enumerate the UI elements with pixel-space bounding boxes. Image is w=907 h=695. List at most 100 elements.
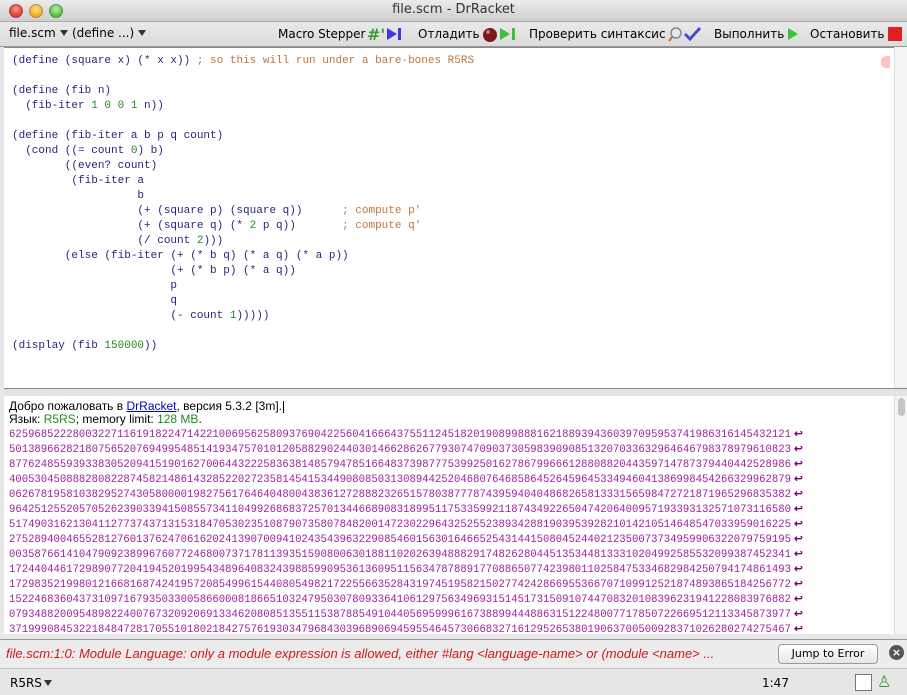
language-menu[interactable]: R5RS [10,676,52,690]
code-line: (fib-iter 1 0 0 1 n)) [12,99,474,114]
code-token: p [12,280,178,292]
define-menu[interactable]: (define ...) [72,26,147,40]
code-token: ))) [203,235,224,247]
code-token: ) b) [137,145,164,157]
output-line: 0035876614104790923899676077246800737178… [9,548,803,563]
output-digits: 5013896628218075652076949954851419347570… [9,444,791,456]
line-wrap-icon: ↩ [793,504,803,516]
output-digits: 5174903162130411277374371315318470530235… [9,519,791,531]
language-label: Язык: [9,412,44,426]
code-token: (cond ((= count [12,145,131,157]
output-line: 3719990845322184847281705510180218427576… [9,623,803,634]
code-token: (define (fib-iter a b p q count) [12,130,224,142]
line-wrap-icon: ↩ [793,474,803,486]
code-line: (/ count 2))) [12,234,474,249]
check-syntax-label: Проверить синтаксис [529,27,666,41]
line-wrap-icon: ↩ [793,519,803,531]
toolbar: file.scm (define ...) Macro Stepper #' О… [0,22,907,47]
error-bar: file.scm:1:0: Module Language: only a mo… [0,639,907,668]
code-comment: ; compute p' [342,205,422,217]
status-checkbox[interactable] [855,674,872,691]
line-wrap-icon: ↩ [793,549,803,561]
code-line: (fib-iter a [12,174,474,189]
code-token: (fib-iter a [12,175,145,187]
welcome-prefix: Добро пожаловать в [9,399,127,413]
code-token: )) [144,340,158,352]
cursor-position: 1:47 [762,676,789,690]
editor-scrollbar[interactable] [894,47,907,387]
interactions-scrollbar[interactable] [894,396,907,634]
window-title: file.scm - DrRacket [392,2,515,17]
welcome-suffix: , версия 5.3.2 [3m]. [176,399,283,413]
code-token: (fib-iter [12,100,92,112]
definitions-editor[interactable]: (define (square x) (* x x)) ; so this wi… [4,47,894,388]
code-line: p [12,279,474,294]
code-comment: ; so this will run under a bare-bones R5… [196,55,475,67]
code-line: (define (fib-iter a b p q count) [12,129,474,144]
line-wrap-icon: ↩ [793,459,803,471]
output-line: 4005304508882808228745821486143285220272… [9,473,803,488]
line-wrap-icon: ↩ [793,534,803,546]
error-marker [881,56,890,68]
code-line: (display (fib 150000)) [12,339,474,354]
error-message: file.scm:1:0: Module Language: only a mo… [6,646,715,661]
code-text: (define (square x) (* x x)) ; so this wi… [12,54,474,354]
output-line: 5174903162130411277374371315318470530235… [9,518,803,533]
code-token: n)) [137,100,164,112]
code-token: (- count [12,310,230,322]
status-bar: R5RS 1:47 ♙ [0,668,907,695]
code-token: (display (fib [12,340,105,352]
memory-value: 128 MB [157,412,199,426]
output-line: 0793488200954898224007673209206913346208… [9,608,803,623]
output-digits: 2752894004655281276013762470616202413907… [9,534,791,546]
code-token: (define (square x) (* x x)) [12,55,197,67]
check-syntax-button[interactable]: Проверить синтаксис [529,26,704,42]
code-number: 1 0 0 1 [91,100,138,112]
code-token: (+ (square p) (square q)) [12,205,343,217]
check-syntax-icon [667,26,701,42]
output-line: 9642512552057052623903394150855734110499… [9,503,803,518]
define-menu-label: (define ...) [72,26,135,40]
code-line: b [12,189,474,204]
language-value: R5RS [43,412,76,426]
macro-stepper-label: Macro Stepper [278,27,366,41]
output-digits: 1522468360437310971679350330058660008186… [9,594,791,606]
code-token: (else (fib-iter (+ (* b q) (* a q) (* a … [12,250,349,262]
interactions-pane[interactable]: Добро пожаловать в DrRacket, версия 5.3.… [4,396,894,634]
macro-stepper-button[interactable]: Macro Stepper #' [278,26,403,42]
memory-end: . [198,412,202,426]
line-wrap-icon: ↩ [793,609,803,621]
output-digits: 4005304508882808228745821486143285220272… [9,474,791,486]
code-token: p q)) [256,220,343,232]
scrollbar-thumb[interactable] [898,398,905,416]
file-menu[interactable]: file.scm [9,26,68,40]
debug-button[interactable]: Отладить [418,26,518,42]
svg-text:#': #' [367,26,385,42]
file-menu-label: file.scm [9,26,56,40]
line-wrap-icon: ↩ [793,444,803,456]
close-error-icon[interactable]: × [889,645,904,660]
code-token: ))))) [236,310,270,322]
macro-stepper-icon: #' [367,26,402,42]
stop-button[interactable]: Остановить [810,26,903,42]
code-number: 150000 [104,340,145,352]
output-line: 1724404461729890772041945201995434896408… [9,563,803,578]
line-wrap-icon: ↩ [793,624,803,634]
stop-label: Остановить [810,27,885,41]
stop-icon [887,27,902,41]
code-token: (/ count [12,235,197,247]
code-token: (+ (* b p) (* a q)) [12,265,296,277]
output-line: 1729835219980121668168742419572085499615… [9,578,803,593]
code-comment: ; compute q' [342,220,422,232]
chevron-down-icon [43,680,52,686]
line-wrap-icon: ↩ [793,579,803,591]
output-line: 6259685222800322711619182247142210069562… [9,428,803,443]
code-token: b [12,190,145,202]
run-button[interactable]: Выполнить [714,26,800,42]
output-line: 0626781958103829527430580000198275617646… [9,488,803,503]
drracket-link[interactable]: DrRacket [126,399,176,413]
run-icon [788,28,799,40]
jump-to-error-button[interactable]: Jump to Error [778,644,878,664]
output-line: 1522468360437310971679350330058660008186… [9,593,803,608]
